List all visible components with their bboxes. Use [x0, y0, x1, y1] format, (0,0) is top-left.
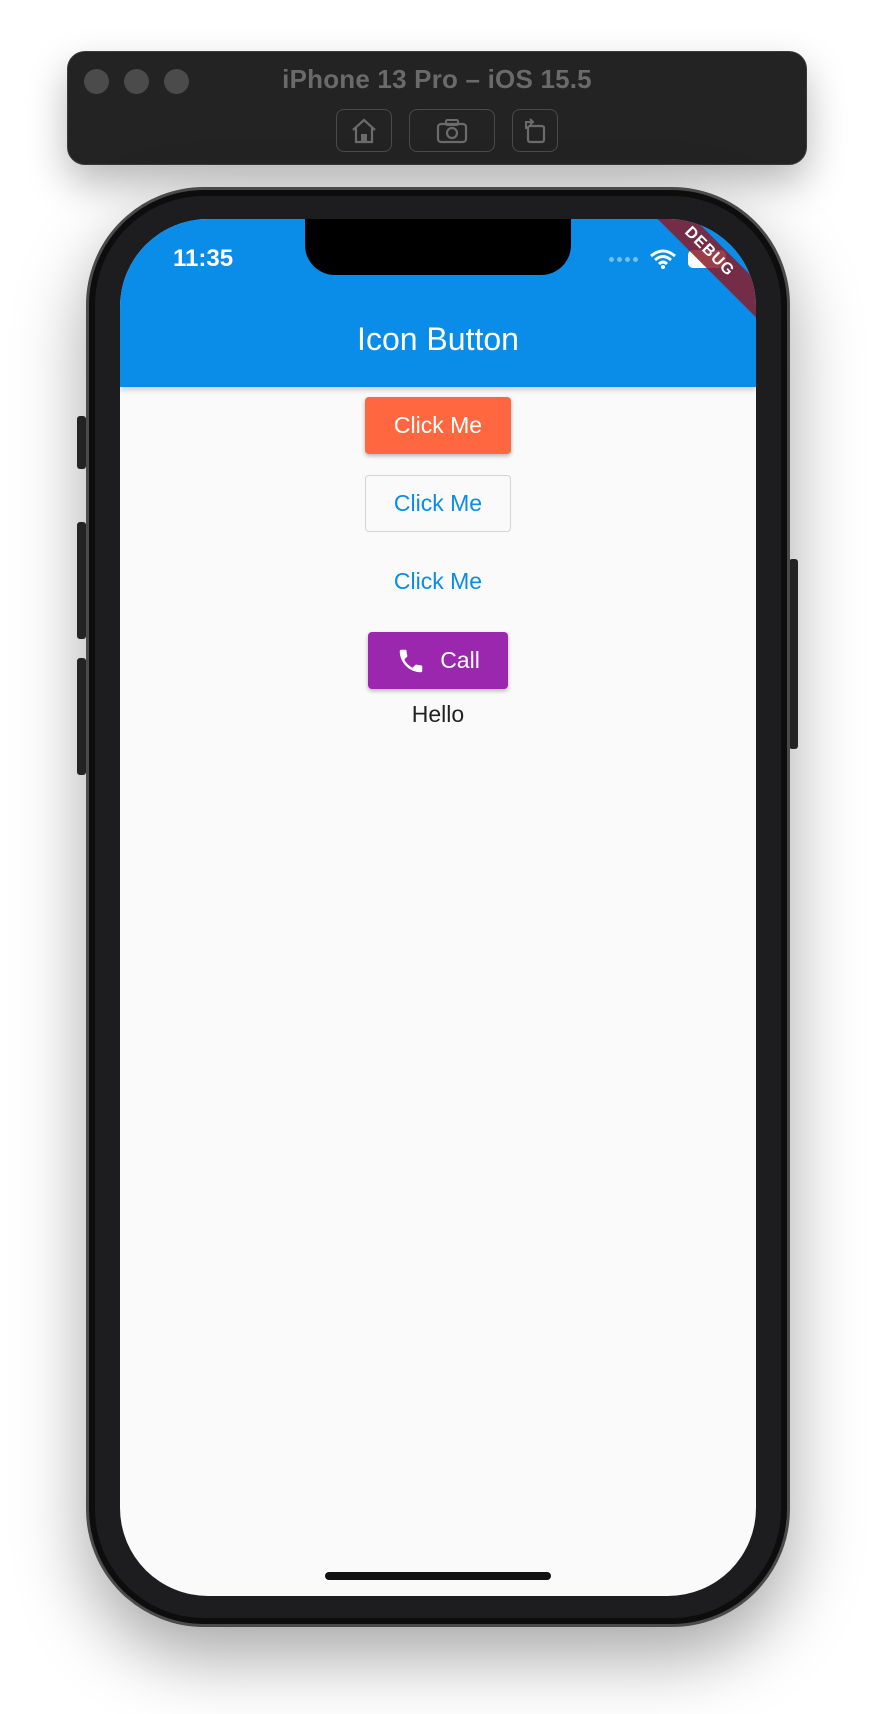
camera-icon: [436, 118, 468, 143]
mute-switch: [77, 416, 86, 469]
flat-click-me-button[interactable]: Click Me: [365, 553, 511, 610]
wifi-icon: [650, 249, 676, 269]
phone-icon: [399, 649, 423, 672]
hello-text: Hello: [411, 701, 465, 727]
screenshot-button[interactable]: [409, 109, 495, 152]
call-button-label: Call: [440, 647, 480, 673]
phone-screen: 11:35 Icon Button DEBUG Click Me Click M…: [120, 219, 756, 1596]
call-button[interactable]: Call: [368, 632, 508, 689]
simulator-toolbar: iPhone 13 Pro – iOS 15.5: [67, 51, 807, 165]
volume-down-button: [77, 658, 86, 775]
rotate-button[interactable]: [512, 109, 558, 152]
rotate-icon: [525, 117, 546, 143]
home-icon: [352, 118, 376, 143]
home-indicator[interactable]: [325, 1572, 551, 1580]
notch: [305, 219, 571, 275]
status-time: 11:35: [173, 245, 234, 272]
raised-click-me-button[interactable]: Click Me: [365, 397, 511, 454]
home-button[interactable]: [336, 109, 392, 152]
page-title: Icon Button: [357, 321, 519, 357]
outlined-click-me-button[interactable]: Click Me: [365, 475, 511, 532]
simulator-title: iPhone 13 Pro – iOS 15.5: [282, 64, 592, 94]
volume-up-button: [77, 522, 86, 639]
power-button: [789, 559, 798, 749]
signal-icon: [609, 256, 638, 262]
